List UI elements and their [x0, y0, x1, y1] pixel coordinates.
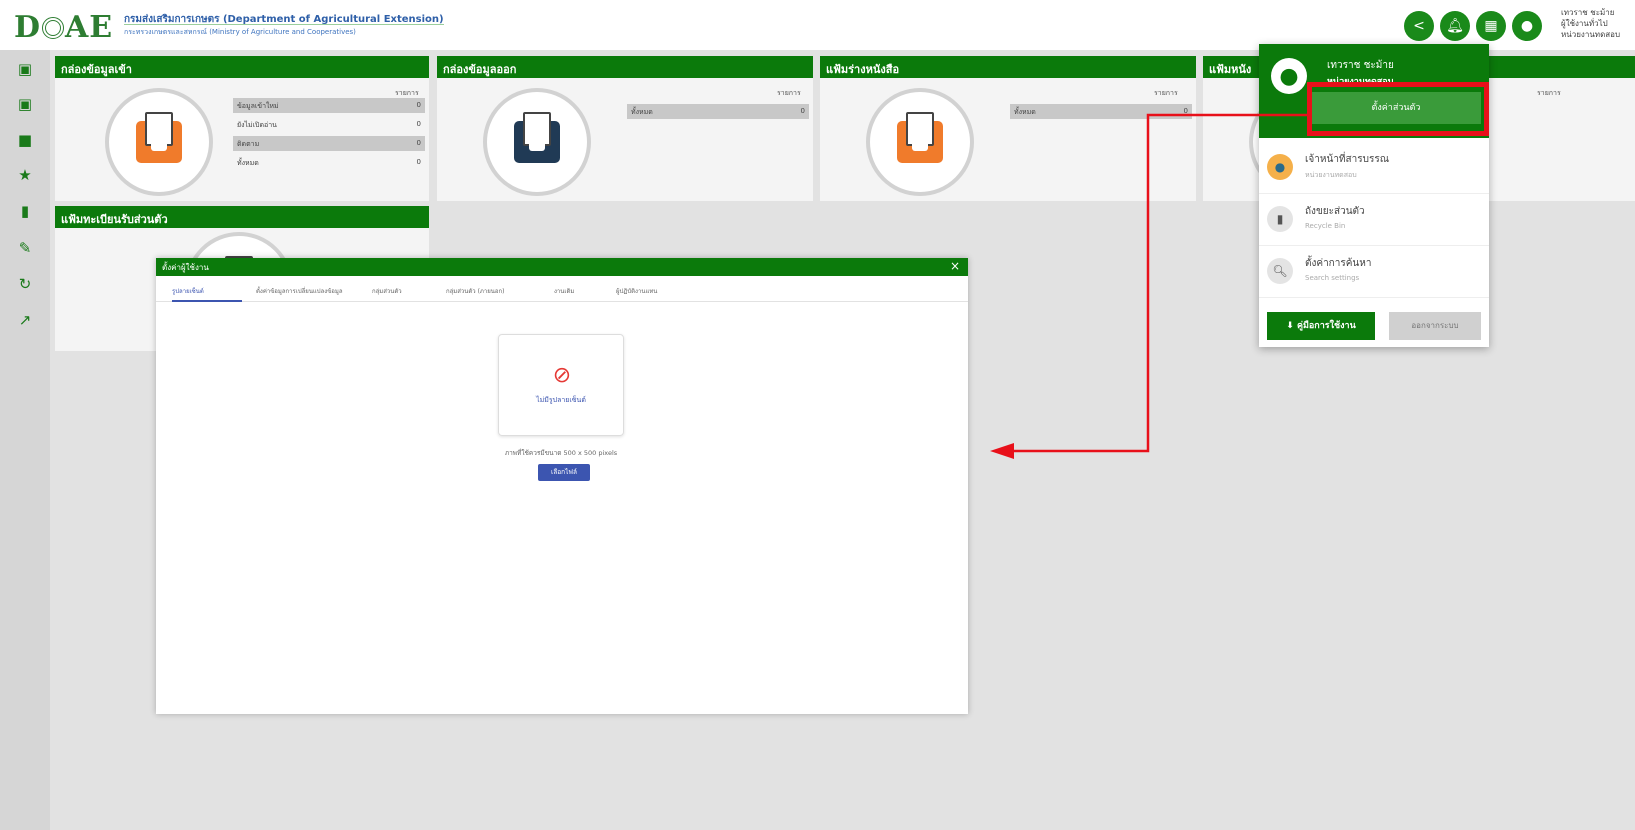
- no-signature-text: ไม่มีรูปลายเซ็นต์: [536, 396, 586, 404]
- menu-item-title: ถังขยะส่วนตัว: [1305, 206, 1365, 217]
- user-settings-modal: ตั้งค่าผู้ใช้งาน × รูปลายเซ็นต์ ตั้งค่าข…: [156, 258, 968, 714]
- trash-icon: ▮: [1267, 206, 1293, 232]
- stat-value: 0: [416, 101, 421, 109]
- person-icon: ●: [1267, 154, 1293, 180]
- annotation-arrow-head: [990, 443, 1014, 459]
- panel-title: แฟ้มทะเบียนรับส่วนตัว: [55, 206, 429, 228]
- menu-item-title: ตั้งค่าการค้นหา: [1305, 258, 1372, 269]
- stat-value: 0: [416, 120, 421, 128]
- count-header: รายการ: [777, 89, 801, 97]
- drafts-folder-icon[interactable]: [866, 88, 974, 196]
- stat-row[interactable]: ข้อมูลเข้าใหม่ 0: [233, 98, 425, 113]
- user-menu-dropdown: ● เทวราช ชะม้าย หน่วยงานทดสอบ ตั้งค่าส่ว…: [1259, 44, 1489, 347]
- menu-item-title: เจ้าหน้าที่สารบรรณ: [1305, 154, 1389, 165]
- search-icon: 🔍︎: [1267, 258, 1293, 284]
- menu-item-sub: Recycle Bin: [1305, 222, 1346, 230]
- stat-row[interactable]: ทั้งหมด 0: [627, 104, 809, 119]
- count-header: รายการ: [1537, 89, 1561, 97]
- tab-legacy-work[interactable]: งานเดิม: [554, 284, 574, 302]
- tab-signature[interactable]: รูปลายเซ็นต์: [172, 284, 242, 302]
- stat-row[interactable]: ยังไม่เปิดอ่าน 0: [233, 117, 425, 132]
- close-icon[interactable]: ×: [950, 259, 960, 273]
- user-icon[interactable]: ●: [1512, 11, 1542, 41]
- doae-logo[interactable]: D AE: [14, 10, 113, 45]
- outbox-panel: กล่องข้อมูลออก รายการ ทั้งหมด 0: [437, 56, 813, 201]
- stat-label: ติดตาม: [237, 140, 260, 148]
- star-icon[interactable]: ★: [16, 166, 34, 184]
- stat-value: 0: [800, 107, 805, 115]
- no-entry-icon: ⊘: [552, 363, 572, 388]
- tab-personal-group[interactable]: กลุ่มส่วนตัว: [372, 284, 402, 302]
- stat-label: ทั้งหมด: [237, 159, 259, 167]
- stat-label: ข้อมูลเข้าใหม่: [237, 102, 279, 110]
- menu-item-sub: Search settings: [1305, 274, 1360, 282]
- user-manual-label: คู่มือการใช้งาน: [1296, 321, 1356, 331]
- outbox-folder-icon[interactable]: [483, 88, 591, 196]
- outbox-icon[interactable]: ▣: [16, 95, 34, 113]
- header-user-unit: หน่วยงานทดสอบ: [1561, 30, 1621, 39]
- stat-label: ยังไม่เปิดอ่าน: [237, 121, 277, 129]
- external-link-icon[interactable]: ↗: [16, 311, 34, 329]
- modal-header: ตั้งค่าผู้ใช้งาน ×: [156, 258, 968, 276]
- panel-title: แฟ้มร่างหนังสือ: [820, 56, 1196, 78]
- sidebar: ▣ ▣ ■ ★ ▮ ✎ ↻ ↗: [0, 50, 50, 830]
- tab-change-notification[interactable]: ตั้งค่าข้อมูลการเปลี่ยนแปลงข้อมูล: [256, 284, 343, 302]
- modal-title: ตั้งค่าผู้ใช้งาน: [162, 263, 209, 272]
- grid-menu-icon[interactable]: ▦: [1476, 11, 1506, 41]
- panel-title: กล่องข้อมูลออก: [437, 56, 813, 78]
- stat-value: 0: [416, 139, 421, 147]
- folder-icon[interactable]: ■: [16, 131, 34, 149]
- org-subtitle: กระทรวงเกษตรและสหกรณ์ (Ministry of Agric…: [124, 28, 356, 36]
- seal-icon: [42, 17, 65, 39]
- refresh-icon[interactable]: ↻: [16, 275, 34, 293]
- header-user-role: ผู้ใช้งานทั่วไป: [1561, 19, 1608, 28]
- menu-item-search-settings[interactable]: 🔍︎ ตั้งค่าการค้นหา Search settings: [1259, 246, 1489, 298]
- count-header: รายการ: [1154, 89, 1178, 97]
- stat-row[interactable]: ทั้งหมด 0: [1010, 104, 1192, 119]
- settings-tabs: รูปลายเซ็นต์ ตั้งค่าข้อมูลการเปลี่ยนแปลง…: [156, 284, 968, 302]
- header-actions: < 🔔︎ ▦ ●: [1404, 11, 1542, 41]
- header-user-info[interactable]: เทวราช ชะม้าย ผู้ใช้งานทั่วไป หน่วยงานทด…: [1561, 7, 1635, 40]
- user-name: เทวราช ชะม้าย: [1327, 60, 1394, 71]
- stat-row[interactable]: ติดตาม 0: [233, 136, 425, 151]
- stat-label: ทั้งหมด: [631, 108, 653, 116]
- panel-title: กล่องข้อมูลเข้า: [55, 56, 429, 78]
- menu-item-sub: หน่วยงานทดสอบ: [1305, 171, 1357, 179]
- menu-item-recycle-bin[interactable]: ▮ ถังขยะส่วนตัว Recycle Bin: [1259, 194, 1489, 246]
- app-header: D AE กรมส่งเสริมการเกษตร (Department of A…: [0, 0, 1635, 50]
- trash-icon[interactable]: ▮: [16, 202, 34, 220]
- drafts-panel: แฟ้มร่างหนังสือ รายการ ทั้งหมด 0: [820, 56, 1196, 201]
- brand-divider: [124, 24, 444, 25]
- tab-external-group[interactable]: กลุ่มส่วนตัว (ภายนอก): [446, 284, 504, 302]
- avatar-icon: ●: [1271, 58, 1307, 94]
- share-icon[interactable]: <: [1404, 11, 1434, 41]
- stat-label: ทั้งหมด: [1014, 108, 1036, 116]
- stat-value: 0: [1183, 107, 1188, 115]
- bell-icon[interactable]: 🔔︎: [1440, 11, 1470, 41]
- user-manual-button[interactable]: ⬇︎ คู่มือการใช้งาน: [1267, 312, 1375, 340]
- stat-value: 0: [416, 158, 421, 166]
- signature-preview: ⊘ ไม่มีรูปลายเซ็นต์: [498, 334, 624, 436]
- tab-delegate[interactable]: ผู้ปฏิบัติงานแทน: [616, 284, 657, 302]
- choose-file-button[interactable]: เลือกไฟล์: [538, 464, 590, 481]
- highlight-box: [1307, 82, 1489, 136]
- stat-row[interactable]: ทั้งหมด 0: [233, 155, 425, 170]
- user-menu-header: ● เทวราช ชะม้าย หน่วยงานทดสอบ ตั้งค่าส่ว…: [1259, 44, 1489, 138]
- edit-settings-icon[interactable]: ✎: [16, 239, 34, 257]
- logout-button[interactable]: ออกจากระบบ: [1389, 312, 1481, 340]
- inbox-icon[interactable]: ▣: [16, 60, 34, 78]
- inbox-folder-icon[interactable]: [105, 88, 213, 196]
- header-user-name: เทวราช ชะม้าย: [1561, 8, 1615, 17]
- menu-item-role[interactable]: ● เจ้าหน้าที่สารบรรณ หน่วยงานทดสอบ: [1259, 142, 1489, 194]
- inbox-panel: กล่องข้อมูลเข้า รายการ ข้อมูลเข้าใหม่ 0 ย…: [55, 56, 429, 201]
- size-hint: ภาพที่ใช้ควรมีขนาด 500 x 500 pixels: [504, 449, 618, 457]
- download-icon: ⬇︎: [1286, 321, 1297, 331]
